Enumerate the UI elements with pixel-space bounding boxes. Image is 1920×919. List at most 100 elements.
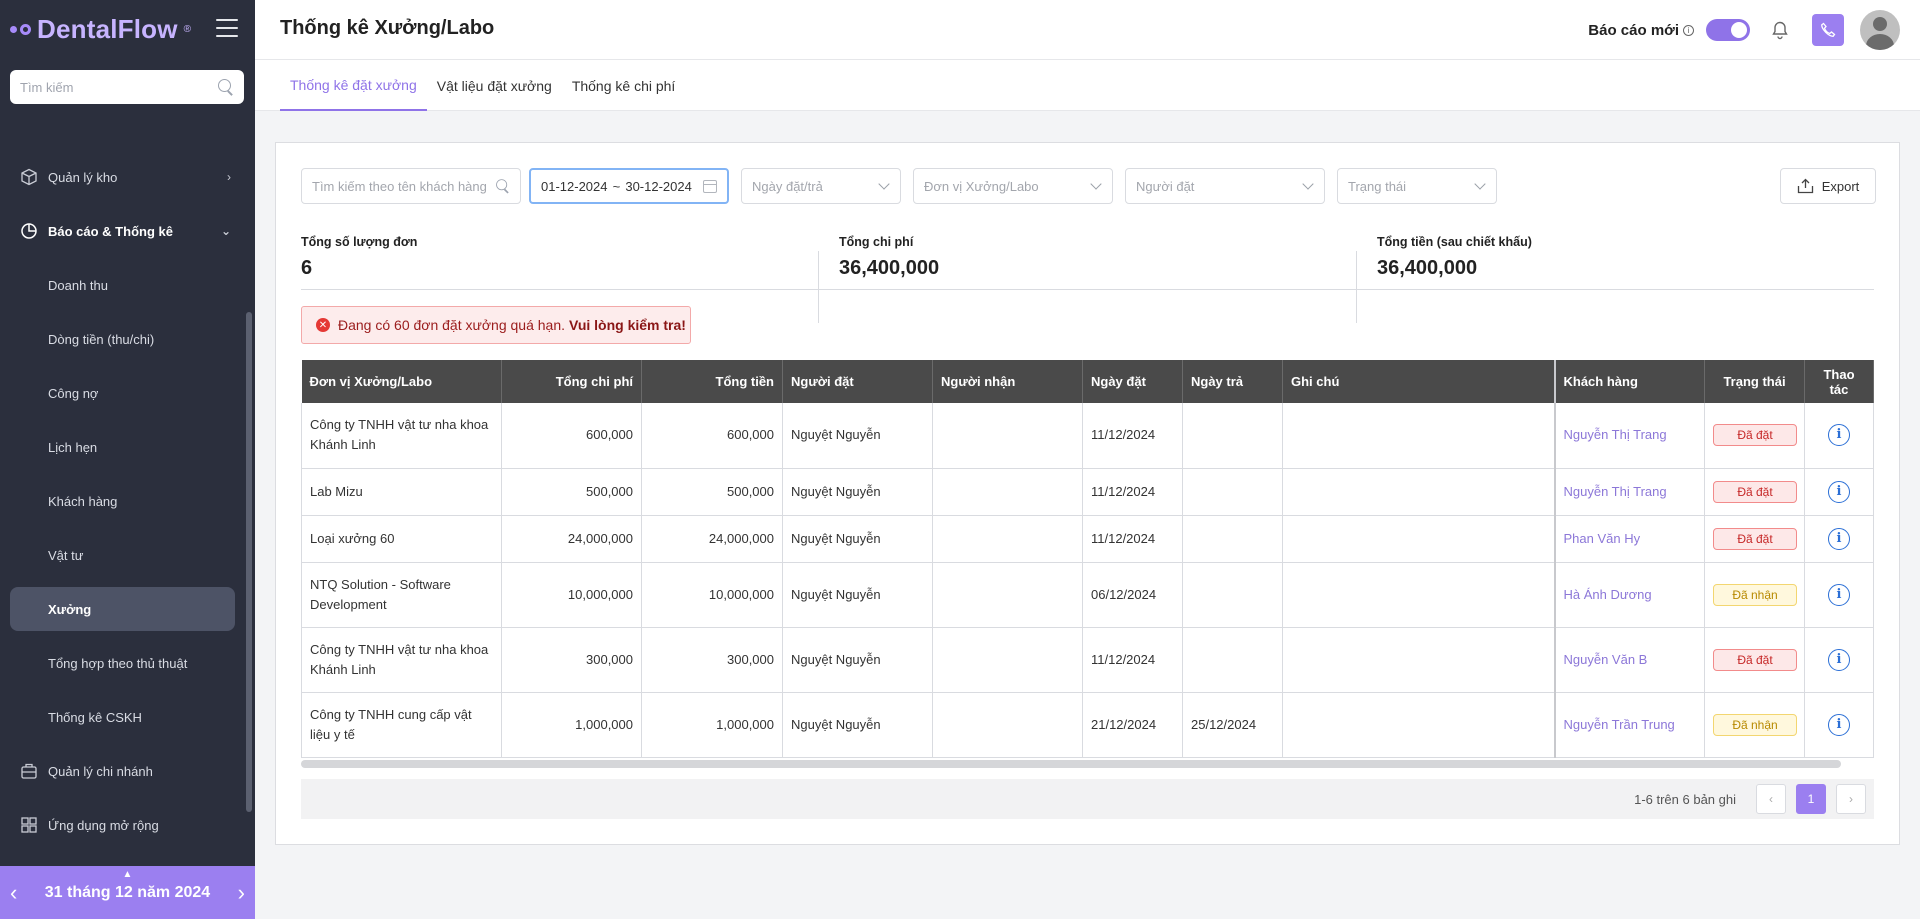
table-row[interactable]: Công ty TNHH vật tư nha khoa Khánh Linh 6… — [301, 403, 1874, 469]
reports-submenu: Doanh thu Dòng tiền (thu/chi) Công nợ Lị… — [0, 258, 245, 744]
col-customer[interactable]: Khách hàng — [1553, 360, 1705, 403]
table-row[interactable]: NTQ Solution - Software Development 10,00… — [301, 562, 1874, 628]
stat-label: Tổng số lượng đơn — [301, 235, 418, 249]
sidebar-item-label: Xưởng — [48, 601, 92, 617]
sidebar-item-label: Công nợ — [48, 385, 99, 401]
info-icon[interactable]: i — [1828, 648, 1850, 671]
sidebar-item-reports[interactable]: Báo cáo & Thống kê ⌄ — [0, 204, 245, 258]
col-order-date[interactable]: Ngày đặt — [1082, 360, 1183, 403]
cell-customer[interactable]: Nguyễn Thị Trang — [1553, 403, 1705, 469]
info-icon[interactable]: i — [1828, 527, 1850, 550]
sidebar-item-workshop[interactable]: Xưởng — [10, 587, 235, 631]
cell-lab: Loại xưởng 60 — [301, 515, 502, 563]
col-note[interactable]: Ghi chú — [1282, 360, 1555, 403]
bell-icon[interactable] — [1770, 20, 1790, 40]
sidebar-item-procedures[interactable]: Tổng hợp theo thủ thuật — [0, 636, 245, 690]
cell-actions: i — [1804, 627, 1874, 693]
cell-return-date — [1182, 468, 1283, 516]
new-report-toggle[interactable] — [1706, 19, 1750, 41]
prev-page-button[interactable]: ‹ — [1756, 784, 1786, 814]
table-row[interactable]: Công ty TNHH vật tư nha khoa Khánh Linh 3… — [301, 627, 1874, 693]
stat-divider — [818, 251, 819, 323]
table-horizontal-scrollbar[interactable] — [301, 760, 1841, 768]
cell-note — [1282, 627, 1555, 693]
cell-actions: i — [1804, 515, 1874, 563]
cell-lab: NTQ Solution - Software Development — [301, 562, 502, 628]
status-badge: Đã đặt — [1713, 480, 1797, 503]
cell-lab: Lab Mizu — [301, 468, 502, 516]
logo-mark-icon — [10, 23, 31, 35]
info-icon[interactable]: i — [1828, 424, 1850, 447]
cell-receiver — [932, 627, 1083, 693]
col-receiver[interactable]: Người nhận — [932, 360, 1083, 403]
cell-customer[interactable]: Nguyễn Trần Trung — [1553, 692, 1705, 758]
sidebar-item-debt[interactable]: Công nợ — [0, 366, 245, 420]
summary-stats: Tổng số lượng đơn 6 Tổng chi phí 36,400,… — [301, 181, 1876, 323]
col-status[interactable]: Trạng thái — [1704, 360, 1805, 403]
menu-icon[interactable] — [216, 19, 238, 37]
top-header: Thống kê Xưởng/Labo Báo cáo mới i — [255, 0, 1920, 60]
next-day-button[interactable]: › — [238, 880, 245, 906]
cell-status: Đã nhận — [1704, 692, 1805, 758]
col-orderer[interactable]: Người đặt — [782, 360, 933, 403]
col-return-date[interactable]: Ngày trả — [1182, 360, 1283, 403]
logo[interactable]: DentalFlow ® — [10, 14, 191, 44]
report-card: 01-12-2024 ~ 30-12-2024 Ngày đặt/trả Đơn… — [275, 142, 1900, 845]
stats-divider — [301, 289, 1874, 290]
sidebar-item-customers[interactable]: Khách hàng — [0, 474, 245, 528]
cell-receiver — [932, 515, 1083, 563]
col-total[interactable]: Tổng tiền — [641, 360, 783, 403]
cell-customer[interactable]: Nguyễn Văn B — [1553, 627, 1705, 693]
tab-cost-stats[interactable]: Thống kê chi phí — [562, 60, 686, 111]
prev-day-button[interactable]: ‹ — [10, 880, 17, 906]
sidebar-item-branches[interactable]: Quản lý chi nhánh — [0, 744, 245, 798]
sidebar-item-cashflow[interactable]: Dòng tiền (thu/chi) — [0, 312, 245, 366]
cell-orderer: Nguyệt Nguyễn — [782, 403, 933, 469]
sidebar-item-supplies[interactable]: Vật tư — [0, 528, 245, 582]
current-date[interactable]: 31 tháng 12 năm 2024 — [45, 884, 210, 902]
avatar[interactable] — [1860, 10, 1900, 50]
info-icon[interactable]: i — [1828, 480, 1850, 503]
sidebar-search-input[interactable] — [20, 79, 218, 95]
cell-actions: i — [1804, 692, 1874, 758]
pagination-info: 1-6 trên 6 bản ghi — [1634, 791, 1736, 807]
cell-order-date: 21/12/2024 — [1082, 692, 1183, 758]
sidebar-menu: Quản lý kho › Báo cáo & Thống kê ⌄ Doanh… — [0, 150, 245, 852]
header-actions: Báo cáo mới i — [1588, 0, 1920, 60]
cell-customer[interactable]: Nguyễn Thị Trang — [1553, 468, 1705, 516]
next-page-button[interactable]: › — [1836, 784, 1866, 814]
cell-customer[interactable]: Phan Văn Hy — [1553, 515, 1705, 563]
cell-customer[interactable]: Hà Ánh Dương — [1553, 562, 1705, 628]
table-row[interactable]: Lab Mizu 500,000 500,000 Nguyệt Nguyễn 11/12… — [301, 468, 1874, 516]
info-icon[interactable]: i — [1683, 24, 1694, 36]
caret-up-icon[interactable]: ▲ — [123, 869, 133, 880]
cell-order-date: 11/12/2024 — [1082, 468, 1183, 516]
sidebar-scrollbar[interactable] — [246, 312, 252, 812]
info-icon[interactable]: i — [1828, 713, 1850, 736]
chart-icon — [21, 223, 37, 239]
building-icon — [21, 763, 37, 779]
col-lab[interactable]: Đơn vị Xưởng/Labo — [301, 360, 502, 403]
sidebar-item-extensions[interactable]: Ứng dụng mở rộng — [0, 798, 245, 852]
table-row[interactable]: Loại xưởng 60 24,000,000 24,000,000 Nguyệt … — [301, 515, 1874, 563]
box-icon — [21, 168, 37, 186]
sidebar-item-label: Thống kê CSKH — [48, 709, 142, 725]
sidebar-item-appointments[interactable]: Lịch hẹn — [0, 420, 245, 474]
cell-cost: 24,000,000 — [501, 515, 642, 563]
tab-workshop-orders[interactable]: Thống kê đặt xưởng — [280, 60, 427, 111]
tab-workshop-materials[interactable]: Vật liệu đặt xưởng — [427, 60, 562, 111]
sidebar-item-revenue[interactable]: Doanh thu — [0, 258, 245, 312]
phone-button[interactable] — [1812, 14, 1844, 46]
stat-label: Tổng chi phí — [839, 235, 914, 249]
sidebar-item-inventory[interactable]: Quản lý kho › — [0, 150, 245, 204]
info-icon[interactable]: i — [1828, 583, 1850, 606]
col-cost[interactable]: Tổng chi phí — [501, 360, 642, 403]
sidebar-item-customer-care[interactable]: Thống kê CSKH — [0, 690, 245, 744]
table-row[interactable]: Công ty TNHH cung cấp vật liệu y tế 1,000… — [301, 692, 1874, 758]
page-title: Thống kê Xưởng/Labo — [280, 17, 495, 39]
cell-note — [1282, 692, 1555, 758]
chevron-right-icon: › — [227, 170, 231, 184]
search-icon[interactable] — [218, 79, 234, 95]
apps-icon — [21, 817, 37, 833]
page-1-button[interactable]: 1 — [1796, 784, 1826, 814]
